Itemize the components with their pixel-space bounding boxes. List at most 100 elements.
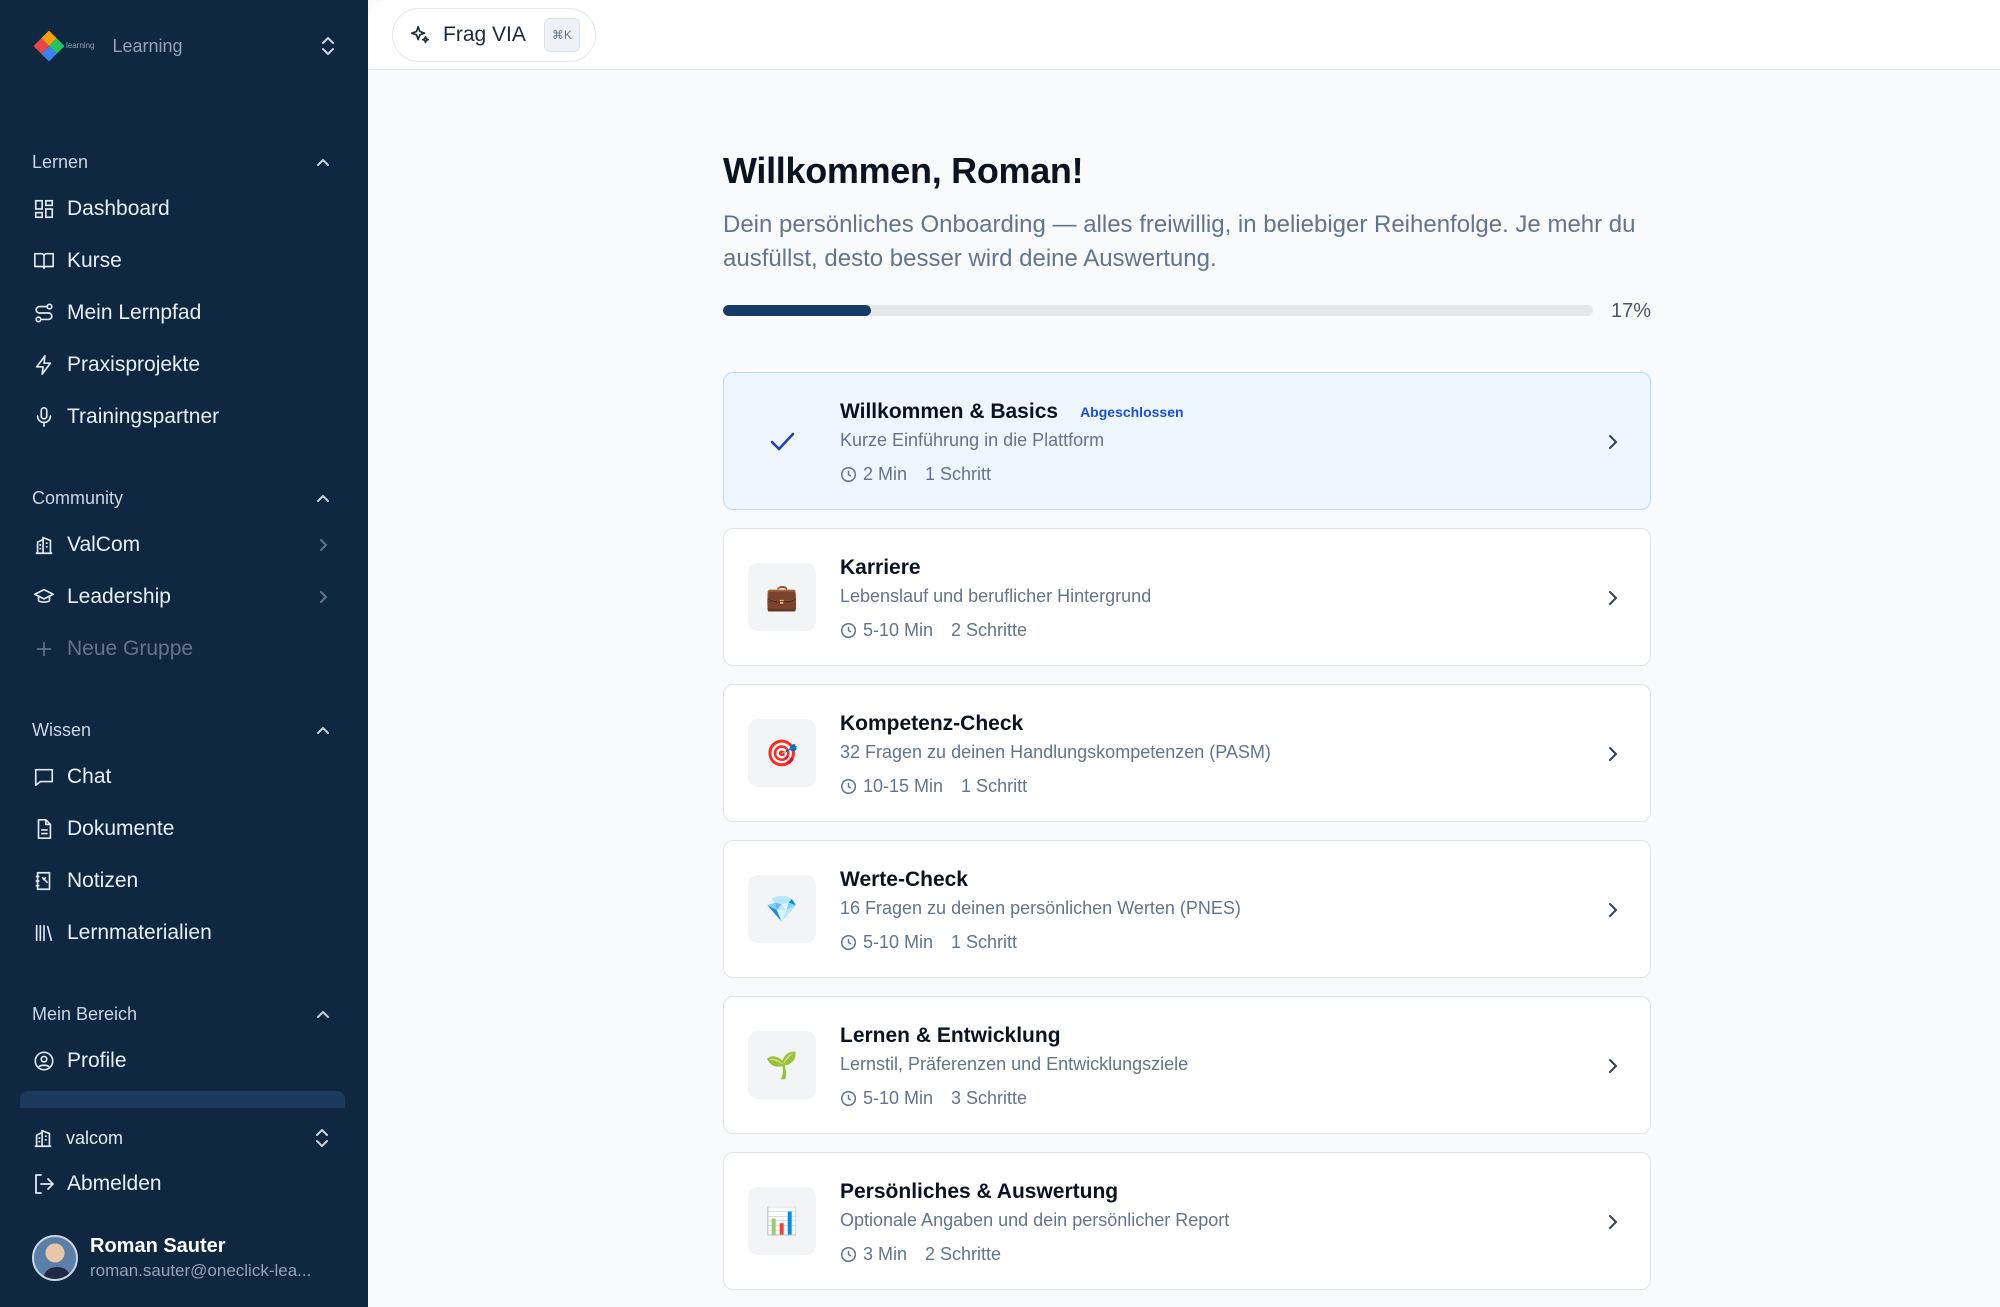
sidebar-item-leadership[interactable]: Leadership	[32, 575, 344, 619]
graduation-cap-icon	[32, 585, 56, 609]
sidebar-item-label: ValCom	[67, 533, 141, 556]
sidebar-item-label: Profile	[67, 1049, 127, 1072]
sidebar-item-praxisprojekte[interactable]: Praxisprojekte	[32, 343, 344, 387]
sidebar-item-trainingspartner[interactable]: Trainingspartner	[32, 395, 344, 439]
sidebar-item-label: Dokumente	[67, 817, 175, 840]
chevron-up-icon[interactable]	[314, 1006, 332, 1024]
card-steps: 2 Schritte	[925, 1244, 1002, 1264]
progress-fill	[723, 305, 871, 316]
logout-button[interactable]: Abmelden	[32, 1172, 162, 1196]
plus-icon	[32, 637, 56, 661]
card-steps: 2 Schritte	[951, 620, 1028, 640]
section-community[interactable]: Community	[32, 488, 332, 509]
clock-icon	[840, 466, 857, 483]
chevron-right-icon	[1609, 435, 1618, 449]
chevron-right-icon[interactable]	[314, 588, 332, 606]
section-title: Community	[32, 488, 124, 508]
sidebar-item-dokumente[interactable]: Dokumente	[32, 807, 344, 851]
card-description: Lernstil, Präferenzen und Entwicklungszi…	[840, 1054, 1189, 1074]
sidebar-item-label: Dashboard	[67, 197, 170, 220]
main-content: Frag VIA ⌘K Willkommen, Roman! Dein pers…	[368, 0, 2000, 1307]
ask-via-button[interactable]: Frag VIA ⌘K	[392, 8, 596, 62]
card-description: Optionale Angaben und dein persönlicher …	[840, 1210, 1230, 1230]
onboarding-card-kompetenz-check[interactable]: 🎯 Kompetenz-Check 32 Fragen zu deinen Ha…	[723, 684, 1651, 822]
chevron-up-icon[interactable]	[314, 722, 332, 740]
seedling-icon: 🌱	[748, 1031, 816, 1099]
chevrons-up-down-icon[interactable]	[318, 34, 338, 58]
onboarding-card-persoenliches-auswertung[interactable]: 📊 Persönliches & Auswertung Optionale An…	[723, 1152, 1651, 1290]
card-steps: 1 Schritt	[951, 932, 1018, 952]
section-title: Wissen	[32, 720, 92, 740]
onboarding-card-willkommen-basics[interactable]: Willkommen & Basics Abgeschlossen Kurze E…	[723, 372, 1651, 510]
sidebar-footer: valcom Abmelden Roman Sauter roman.saute…	[0, 1108, 368, 1307]
card-title: Werte-Check	[840, 868, 968, 891]
card-steps: 1 Schritt	[925, 464, 992, 484]
card-steps: 3 Schritte	[951, 1088, 1028, 1108]
ask-via-label: Frag VIA	[443, 23, 526, 46]
logout-icon	[35, 1174, 54, 1194]
user-email: roman.sauter@oneclick-lea...	[90, 1261, 312, 1280]
card-title: Kompetenz-Check	[840, 712, 1024, 735]
card-duration: 2 Min	[863, 464, 908, 484]
sidebar-item-label: Notizen	[67, 869, 139, 892]
logo-mark-icon	[33, 30, 65, 62]
card-title: Persönliches & Auswertung	[840, 1180, 1119, 1203]
sidebar-item-chat[interactable]: Chat	[32, 755, 344, 799]
card-duration: 5-10 Min	[863, 1088, 934, 1108]
card-title: Karriere	[840, 556, 921, 579]
section-title: Mein Bereich	[32, 1004, 138, 1024]
page-description: Dein persönliches Onboarding — alles fre…	[723, 211, 1636, 272]
card-duration: 5-10 Min	[863, 932, 934, 952]
sidebar-item-label: Trainingspartner	[67, 405, 220, 428]
sidebar-item-notizen[interactable]: Notizen	[32, 859, 344, 903]
sidebar-item-valcom[interactable]: ValCom	[32, 523, 344, 567]
microphone-icon	[32, 405, 56, 429]
section-mein-bereich[interactable]: Mein Bereich	[32, 1004, 332, 1025]
chevron-up-icon[interactable]	[314, 490, 332, 508]
workspace-switcher[interactable]: valcom	[32, 1120, 332, 1156]
section-wissen[interactable]: Wissen	[32, 720, 332, 741]
workspace-name: valcom	[66, 1127, 124, 1148]
onboarding-card-lernen-entwicklung[interactable]: 🌱 Lernen & Entwicklung Lernstil, Präfere…	[723, 996, 1651, 1134]
chevron-right-icon[interactable]	[314, 536, 332, 554]
card-duration: 10-15 Min	[863, 776, 944, 796]
brand-switcher[interactable]: oneclick learning Learning	[33, 28, 2000, 1307]
user-circle-icon	[32, 1049, 56, 1073]
progress-track	[723, 305, 1593, 316]
check-icon	[748, 407, 816, 475]
chevron-right-icon	[1609, 1059, 1618, 1073]
onboarding-card-werte-check[interactable]: 💎 Werte-Check 16 Fragen zu deinen persön…	[723, 840, 1651, 978]
bar-chart-icon: 📊	[748, 1187, 816, 1255]
page-title: Willkommen, Roman!	[723, 150, 1084, 191]
section-lernen[interactable]: Lernen	[32, 152, 332, 173]
sparkles-icon	[410, 25, 430, 44]
sidebar-item-kurse[interactable]: Kurse	[32, 239, 344, 283]
library-icon	[32, 921, 56, 945]
chevron-right-icon	[1609, 747, 1618, 761]
sidebar-item-profile[interactable]: Profile	[32, 1039, 344, 1083]
document-icon	[32, 817, 56, 841]
sidebar-item-lernmaterialien[interactable]: Lernmaterialien	[32, 911, 344, 955]
sidebar-item-mein-lernpfad[interactable]: Mein Lernpfad	[32, 291, 344, 335]
chevron-up-icon[interactable]	[314, 154, 332, 172]
chevrons-up-down-icon[interactable]	[312, 1126, 332, 1150]
user-profile-menu[interactable]: Roman Sauter roman.sauter@oneclick-lea..…	[32, 1230, 342, 1286]
onboarding-card-karriere[interactable]: 💼 Karriere Lebenslauf und beruflicher Hi…	[723, 528, 1651, 666]
notebook-icon	[32, 869, 56, 893]
logout-label: Abmelden	[67, 1172, 162, 1195]
target-icon: 🎯	[748, 719, 816, 787]
card-title: Lernen & Entwicklung	[840, 1024, 1061, 1047]
book-icon	[32, 249, 56, 273]
onboarding-panel: Willkommen, Roman! Dein persönliches Onb…	[723, 150, 1651, 1290]
sidebar-item-dashboard[interactable]: Dashboard	[32, 187, 344, 231]
building-icon	[32, 533, 56, 557]
sidebar: oneclick learning Learning Lernen Dashbo…	[0, 0, 2000, 1307]
product-name: Learning	[112, 35, 183, 56]
new-group-button[interactable]: Neue Gruppe	[32, 627, 344, 671]
card-steps: 1 Schritt	[961, 776, 1028, 796]
clock-icon	[840, 1090, 857, 1107]
building-icon	[34, 1129, 52, 1148]
card-duration: 5-10 Min	[863, 620, 934, 640]
sidebar-item-active-partial[interactable]	[20, 1091, 345, 1109]
sidebar-item-label: Leadership	[67, 585, 171, 608]
